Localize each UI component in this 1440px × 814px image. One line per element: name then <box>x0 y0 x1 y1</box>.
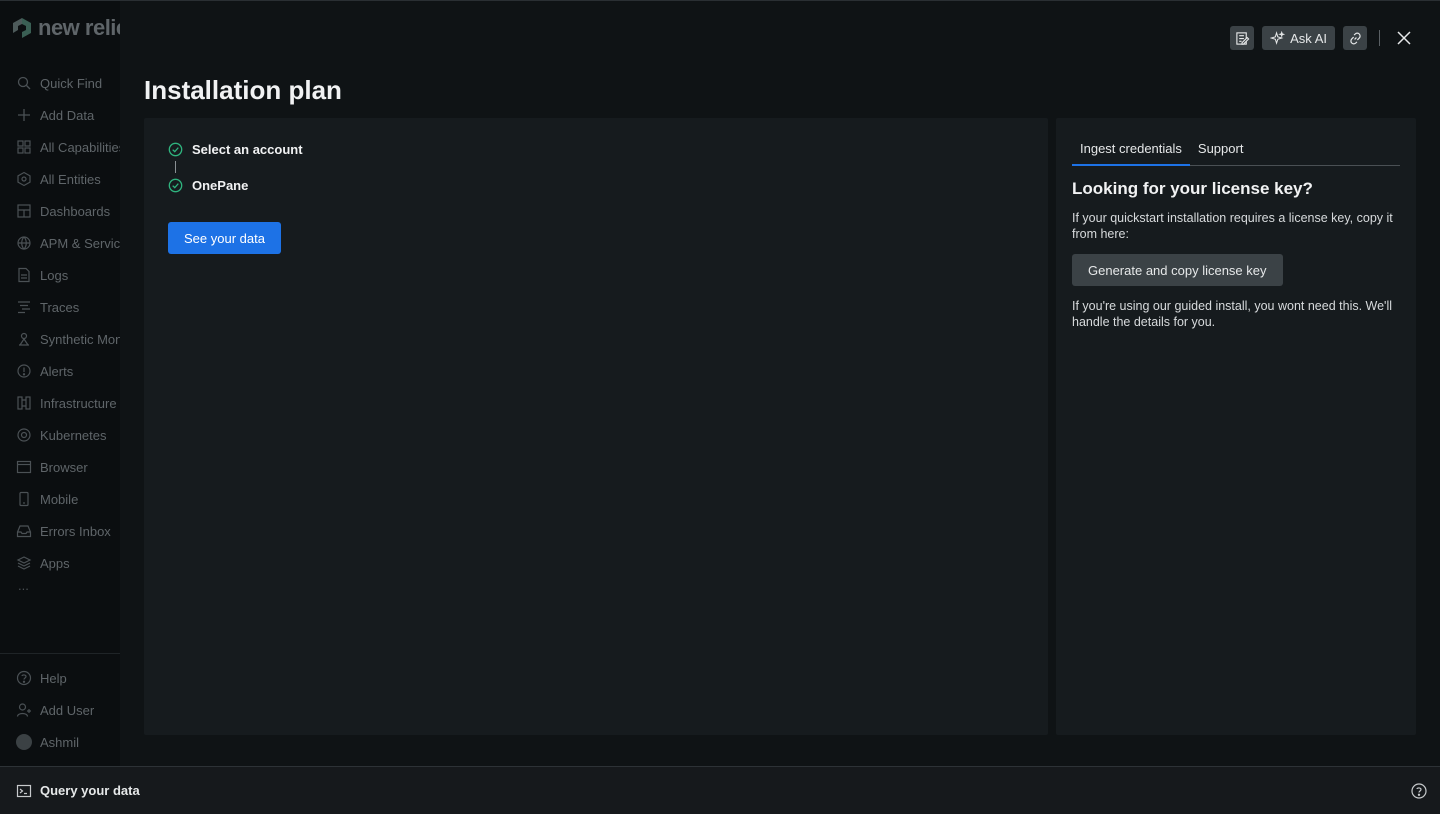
sidebar-item-label: Logs <box>40 267 69 283</box>
ask-ai-button[interactable]: Ask AI <box>1262 26 1335 50</box>
step-connector <box>175 161 176 173</box>
side-panel-tabs: Ingest credentials Support <box>1072 138 1400 166</box>
mobile-icon <box>19 491 29 507</box>
tab-ingest-credentials[interactable]: Ingest credentials <box>1072 138 1190 166</box>
alert-icon <box>17 364 31 378</box>
sidebar-nav: Quick Find Add Data All Capabilities All… <box>0 67 120 599</box>
tab-support[interactable]: Support <box>1190 138 1252 166</box>
logs-icon <box>18 267 30 283</box>
sidebar-item-browser[interactable]: Browser <box>0 451 120 483</box>
guided-install-note: If you're using our guided install, you … <box>1072 299 1393 329</box>
sidebar-item-dashboards[interactable]: Dashboards <box>0 195 120 227</box>
sidebar-item-label: Infrastructure <box>40 395 117 411</box>
sidebar-item-quick-find[interactable]: Quick Find <box>0 67 120 99</box>
generate-license-key-button[interactable]: Generate and copy license key <box>1072 254 1283 286</box>
sidebar-item-errors-inbox[interactable]: Errors Inbox <box>0 515 120 547</box>
page-title: Installation plan <box>144 75 342 105</box>
brand-logo-text: new relic <box>38 15 120 40</box>
sidebar-item-user-profile[interactable]: Ashmil <box>0 726 120 758</box>
sidebar-item-label: Mobile <box>40 491 79 507</box>
step-onepane: OnePane <box>168 178 248 193</box>
browser-icon <box>16 460 32 474</box>
see-your-data-button[interactable]: See your data <box>168 222 281 254</box>
sidebar-item-label: All Entities <box>40 171 101 187</box>
sidebar-item-all-capabilities[interactable]: All Capabilities <box>0 131 120 163</box>
sidebar-item-label: Add Data <box>40 107 95 123</box>
copy-link-button[interactable] <box>1343 26 1367 50</box>
step-select-account: Select an account <box>168 142 303 157</box>
entities-icon <box>17 171 31 187</box>
avatar <box>16 734 32 750</box>
globe-icon <box>17 236 31 250</box>
feedback-button[interactable] <box>1230 26 1255 50</box>
dashboard-icon <box>17 204 31 218</box>
traces-icon <box>18 301 30 314</box>
query-your-data-label: Query your data <box>40 783 140 798</box>
sidebar-item-label: Dashboards <box>40 203 111 219</box>
installation-steps-card: Select an account OnePane See your data <box>144 118 1048 735</box>
edit-note-icon <box>1235 31 1250 45</box>
infrastructure-icon <box>17 396 31 410</box>
sidebar-item-all-entities[interactable]: All Entities <box>0 163 120 195</box>
sidebar-item-label: Help <box>40 670 67 686</box>
sidebar-item-label: All Capabilities <box>40 139 120 155</box>
license-key-heading: Looking for your license key? <box>1072 179 1313 198</box>
help-icon <box>16 670 32 686</box>
grid-icon <box>17 140 31 154</box>
sidebar-item-label: Apps <box>40 555 70 571</box>
installation-plan-modal: Ask AI Installation plan Select an accou… <box>120 0 1440 766</box>
terminal-icon <box>16 784 32 797</box>
sidebar-user-name: Ashmil <box>40 734 80 750</box>
sidebar-item-apps[interactable]: Apps <box>0 547 120 579</box>
sidebar-item-kubernetes[interactable]: Kubernetes <box>0 419 120 451</box>
step-label: Select an account <box>192 142 303 157</box>
inbox-icon <box>16 525 32 538</box>
check-circle-icon <box>168 178 183 193</box>
new-relic-logo-icon <box>13 18 31 38</box>
link-icon <box>1349 32 1361 44</box>
sidebar-item-alerts[interactable]: Alerts <box>0 355 120 387</box>
ask-ai-label: Ask AI <box>1290 30 1327 46</box>
sidebar-item-label: Browser <box>40 459 88 475</box>
sidebar-item-traces[interactable]: Traces <box>0 291 120 323</box>
synthetic-icon <box>19 332 29 346</box>
sidebar-item-label: Alerts <box>40 363 74 379</box>
check-circle-icon <box>168 142 183 157</box>
brand-logo[interactable]: new relic <box>12 15 120 41</box>
sidebar-item-logs[interactable]: Logs <box>0 259 120 291</box>
sidebar-item-synthetic-monitoring[interactable]: Synthetic Monitoring <box>0 323 120 355</box>
add-user-icon <box>16 703 31 717</box>
sidebar-more-button[interactable]: ... <box>0 579 120 599</box>
help-icon[interactable] <box>1411 783 1427 799</box>
close-modal-button[interactable] <box>1392 26 1416 50</box>
credentials-side-panel: Ingest credentials Support Looking for y… <box>1056 118 1416 735</box>
sparkle-icon <box>1270 30 1286 45</box>
sidebar-item-label: Synthetic Monitoring <box>40 331 120 347</box>
sidebar-item-infrastructure[interactable]: Infrastructure <box>0 387 120 419</box>
sidebar-bottom: Help Add User Ashmil <box>0 653 120 758</box>
close-icon <box>1397 31 1411 45</box>
step-label: OnePane <box>192 178 249 193</box>
modal-toolbar: Ask AI <box>1230 26 1416 50</box>
sidebar-item-label: Errors Inbox <box>40 523 111 539</box>
sidebar: new relic Quick Find Add Data All Capabi… <box>0 0 120 766</box>
app-root: new relic Quick Find Add Data All Capabi… <box>0 0 1440 814</box>
search-icon <box>17 76 31 90</box>
sidebar-item-label: Kubernetes <box>40 427 107 443</box>
sidebar-item-label: Add User <box>40 702 95 718</box>
sidebar-item-add-user[interactable]: Add User <box>0 694 120 726</box>
sidebar-item-help[interactable]: Help <box>0 662 120 694</box>
plus-icon <box>18 109 30 121</box>
sidebar-item-label: APM & Services <box>40 235 120 251</box>
sidebar-item-mobile[interactable]: Mobile <box>0 483 120 515</box>
apps-icon <box>16 556 32 570</box>
toolbar-divider <box>1379 30 1380 46</box>
sidebar-item-apm-services[interactable]: APM & Services <box>0 227 120 259</box>
sidebar-item-add-data[interactable]: Add Data <box>0 99 120 131</box>
license-key-intro: If your quickstart installation requires… <box>1072 211 1393 241</box>
query-bar[interactable]: Query your data <box>0 766 1440 814</box>
kubernetes-icon <box>17 428 31 442</box>
sidebar-item-label: Quick Find <box>40 75 103 91</box>
sidebar-item-label: Traces <box>40 299 80 315</box>
